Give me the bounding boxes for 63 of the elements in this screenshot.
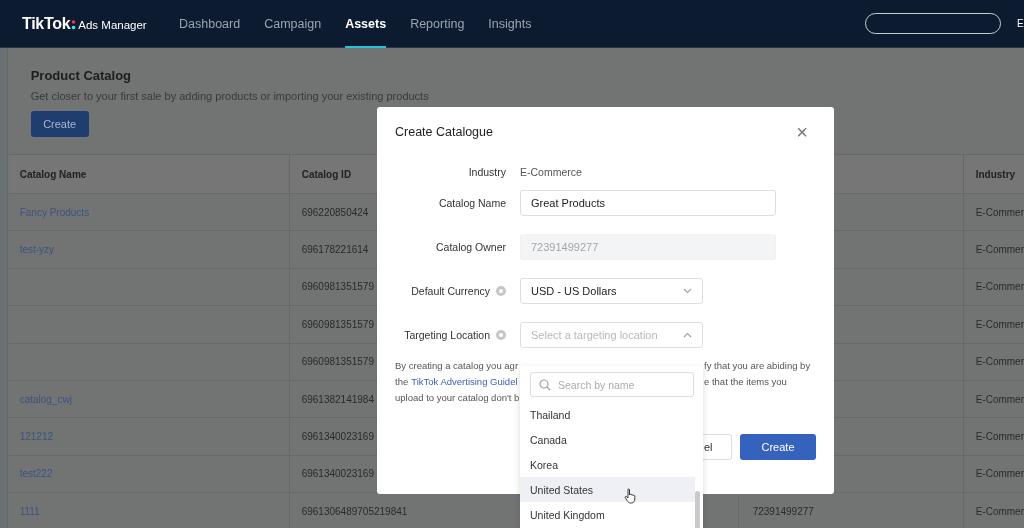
nav-tab[interactable]: Campaign bbox=[264, 0, 322, 48]
table-cell: E-Commer bbox=[975, 244, 1024, 256]
location-option[interactable]: Korea bbox=[520, 452, 695, 477]
chevron-up-icon bbox=[683, 332, 692, 338]
table-cell: E-Commer bbox=[975, 281, 1024, 293]
scrollbar[interactable] bbox=[695, 491, 700, 528]
table-cell: 6961340023169 bbox=[301, 468, 374, 480]
location-option[interactable]: United States bbox=[520, 477, 695, 502]
location-option[interactable]: Canada bbox=[520, 427, 695, 452]
page-title: Product Catalog bbox=[30, 68, 133, 83]
nav-tab[interactable]: Insights bbox=[488, 0, 532, 48]
table-cell: 6960981351579 bbox=[301, 281, 374, 293]
nav-tab[interactable]: Reporting bbox=[410, 0, 465, 48]
logo-wordmark: TikTok bbox=[22, 14, 71, 33]
table-cell: 696178221614 bbox=[301, 244, 369, 256]
column-header: Industry bbox=[975, 168, 1016, 180]
table-cell: E-Commer bbox=[975, 468, 1024, 480]
search-field[interactable]: Search by name bbox=[530, 372, 694, 397]
field-label: Industry bbox=[468, 166, 506, 178]
notice-text: upload to your catalog don't b bbox=[395, 392, 520, 405]
notice-text: the bbox=[395, 376, 409, 389]
catalog-owner-field: 72391499277 bbox=[520, 234, 776, 260]
product-name: Ads Manager bbox=[78, 18, 147, 31]
chevron-down-icon bbox=[683, 288, 692, 294]
account-name[interactable]: E bbox=[1017, 18, 1024, 29]
guidelines-link[interactable]: TikTok Advertising Guidel bbox=[411, 376, 518, 392]
field-label: Catalog Name bbox=[438, 197, 506, 209]
cancel-button[interactable]: el bbox=[702, 434, 732, 460]
notice-text: By creating a catalog you agr bbox=[395, 360, 519, 373]
field-label: Default Currency bbox=[411, 285, 490, 297]
help-icon[interactable] bbox=[496, 330, 506, 340]
create-button[interactable]: Create bbox=[30, 111, 89, 137]
help-icon[interactable] bbox=[496, 286, 506, 296]
location-option[interactable]: United Kingdom bbox=[520, 502, 695, 527]
select-field[interactable]: USD - US Dollars bbox=[520, 278, 703, 304]
table-cell: 6960981351579 bbox=[301, 356, 374, 368]
table-cell: E-Commer bbox=[975, 356, 1024, 368]
table-cell: 6961306489705219841 bbox=[301, 505, 408, 517]
logo-mark-icon bbox=[71, 17, 77, 30]
location-option[interactable]: Thailand bbox=[520, 402, 695, 427]
notice-text: fy that you are abiding by bbox=[704, 360, 811, 373]
table-cell: 6961340023169 bbox=[301, 431, 374, 443]
table-cell: E-Commer bbox=[975, 431, 1024, 443]
create-button[interactable]: Create bbox=[740, 434, 816, 460]
table-cell: E-Commer bbox=[975, 318, 1024, 330]
catalog-name-field[interactable]: Great Products bbox=[520, 190, 776, 216]
table-cell: E-Commer bbox=[975, 393, 1024, 405]
table-cell: E-Commer bbox=[975, 505, 1024, 517]
table-cell: 696220850424 bbox=[301, 206, 369, 218]
field-label: Catalog Owner bbox=[435, 241, 506, 253]
table-cell: 72391499277 bbox=[752, 505, 814, 517]
nav-tab[interactable]: Dashboard bbox=[179, 0, 241, 48]
table-cell: 6960981351579 bbox=[301, 318, 374, 330]
field-value: E-Commerce bbox=[520, 166, 582, 178]
notice-text: e that the items you bbox=[704, 376, 787, 389]
table-cell: E-Commer bbox=[975, 206, 1024, 218]
table-cell: 6961382141984 bbox=[301, 393, 374, 405]
field-label: Targeting Location bbox=[404, 329, 490, 341]
column-header: Catalog ID bbox=[301, 168, 352, 180]
column-header: Catalog Name bbox=[19, 168, 87, 180]
pointer-cursor-icon bbox=[624, 488, 638, 504]
dialog-title: Create Catalogue bbox=[395, 125, 493, 139]
close-button[interactable]: × bbox=[796, 125, 808, 139]
